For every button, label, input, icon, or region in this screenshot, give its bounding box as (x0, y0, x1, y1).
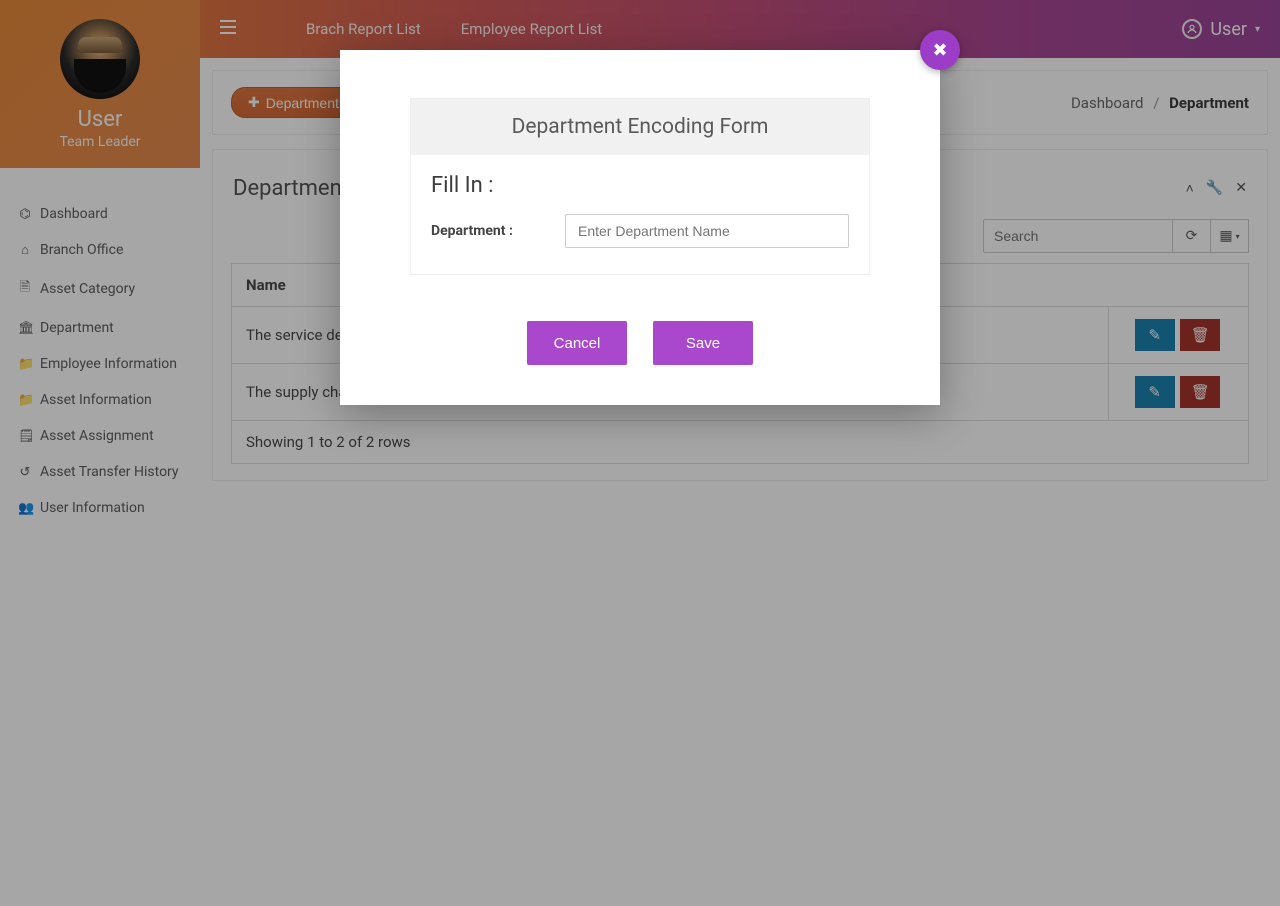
modal-overlay: ✖ Department Encoding Form Fill In : Dep… (0, 0, 1280, 906)
department-name-input[interactable] (565, 214, 849, 248)
close-icon: ✖ (932, 40, 947, 61)
department-modal: ✖ Department Encoding Form Fill In : Dep… (340, 50, 940, 405)
modal-title: Department Encoding Form (411, 99, 869, 155)
department-field-label: Department : (431, 223, 541, 239)
modal-subtitle: Fill In : (431, 173, 849, 198)
save-button[interactable]: Save (653, 321, 753, 365)
cancel-button[interactable]: Cancel (527, 321, 627, 365)
modal-close-button[interactable]: ✖ (920, 30, 960, 70)
